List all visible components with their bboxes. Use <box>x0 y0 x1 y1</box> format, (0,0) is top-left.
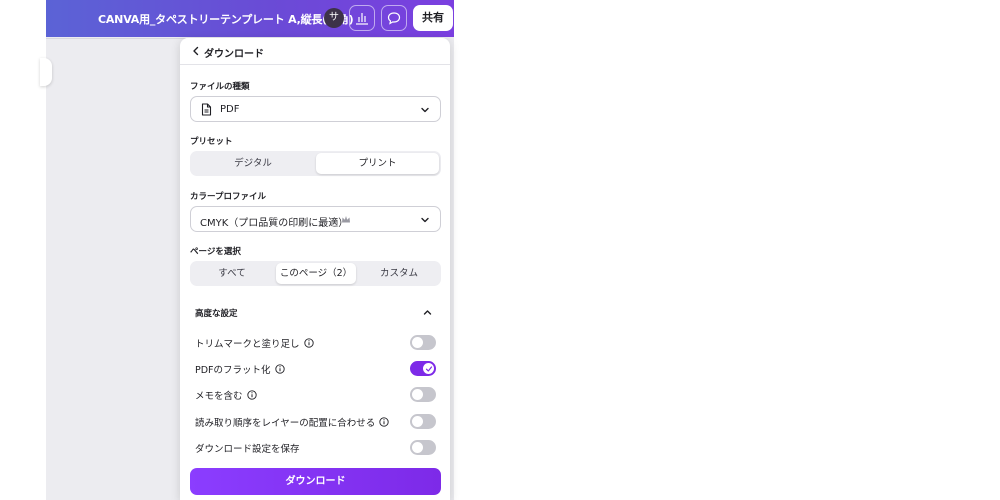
page-segmented-control: すべて このページ（2） カスタム <box>190 261 441 286</box>
include-notes-toggle[interactable] <box>410 387 436 402</box>
panel-title: ダウンロード <box>204 49 264 60</box>
option-save-settings-label: ダウンロード設定を保存 <box>195 444 300 455</box>
panel-header: ダウンロード <box>180 38 450 65</box>
insights-button[interactable] <box>349 5 375 31</box>
crown-icon <box>342 216 350 223</box>
flatten-pdf-toggle[interactable] <box>410 361 436 376</box>
option-reading-order-label: 読み取り順序をレイヤーの配置に合わせる <box>195 415 389 429</box>
file-type-select[interactable]: PDF <box>190 96 441 122</box>
download-button[interactable]: ダウンロード <box>190 468 441 495</box>
save-settings-toggle[interactable] <box>410 440 436 455</box>
page-select-label: ページを選択 <box>190 247 241 257</box>
color-profile-label: カラープロファイル <box>190 192 266 202</box>
page-option-this-page[interactable]: このページ（2） <box>276 263 356 284</box>
chevron-down-icon <box>421 107 429 113</box>
file-type-value: PDF <box>220 104 240 115</box>
avatar[interactable]: サ <box>324 8 344 28</box>
download-panel: ダウンロード ファイルの種類 PDF プリセット デジタル プリント カラープロ… <box>180 38 450 500</box>
color-profile-select[interactable]: CMYK（プロ品質の印刷に最適） <box>190 206 441 232</box>
comment-icon <box>387 12 401 25</box>
info-icon[interactable] <box>274 364 285 374</box>
info-icon[interactable] <box>246 390 257 400</box>
advanced-settings-title[interactable]: 高度な設定 <box>195 307 238 319</box>
option-flatten-pdf-label: PDFのフラット化 <box>195 362 285 376</box>
chevron-left-icon[interactable] <box>190 45 202 57</box>
info-icon[interactable] <box>379 417 389 427</box>
info-icon[interactable] <box>303 338 314 348</box>
page-option-custom[interactable]: カスタム <box>359 263 439 284</box>
preset-label: プリセット <box>190 137 233 147</box>
option-trim-marks-label: トリムマークと塗り足し <box>195 336 314 350</box>
share-button[interactable]: 共有 <box>413 5 453 31</box>
preset-option-print[interactable]: プリント <box>316 153 439 174</box>
preset-segmented-control: デジタル プリント <box>190 151 441 176</box>
color-profile-value: CMYK（プロ品質の印刷に最適） <box>200 218 349 229</box>
document-title[interactable]: CANVA用_タペストリーテンプレート A,縦長(四角) <box>98 11 354 27</box>
check-icon <box>425 365 432 372</box>
page-option-all[interactable]: すべて <box>192 263 272 284</box>
bar-chart-icon <box>356 13 368 25</box>
document-icon <box>201 103 212 116</box>
reading-order-toggle[interactable] <box>410 414 436 429</box>
preset-option-digital[interactable]: デジタル <box>192 153 314 174</box>
chevron-down-icon <box>421 217 429 223</box>
side-panel-handle[interactable] <box>40 58 52 86</box>
trim-marks-toggle[interactable] <box>410 335 436 350</box>
option-include-notes-label: メモを含む <box>195 388 257 402</box>
chevron-up-icon[interactable] <box>422 307 433 318</box>
comment-button[interactable] <box>381 5 407 31</box>
canvas-divider <box>46 38 186 48</box>
top-bar: CANVA用_タペストリーテンプレート A,縦長(四角) サ 共有 <box>46 0 454 37</box>
file-type-label: ファイルの種類 <box>190 82 250 92</box>
